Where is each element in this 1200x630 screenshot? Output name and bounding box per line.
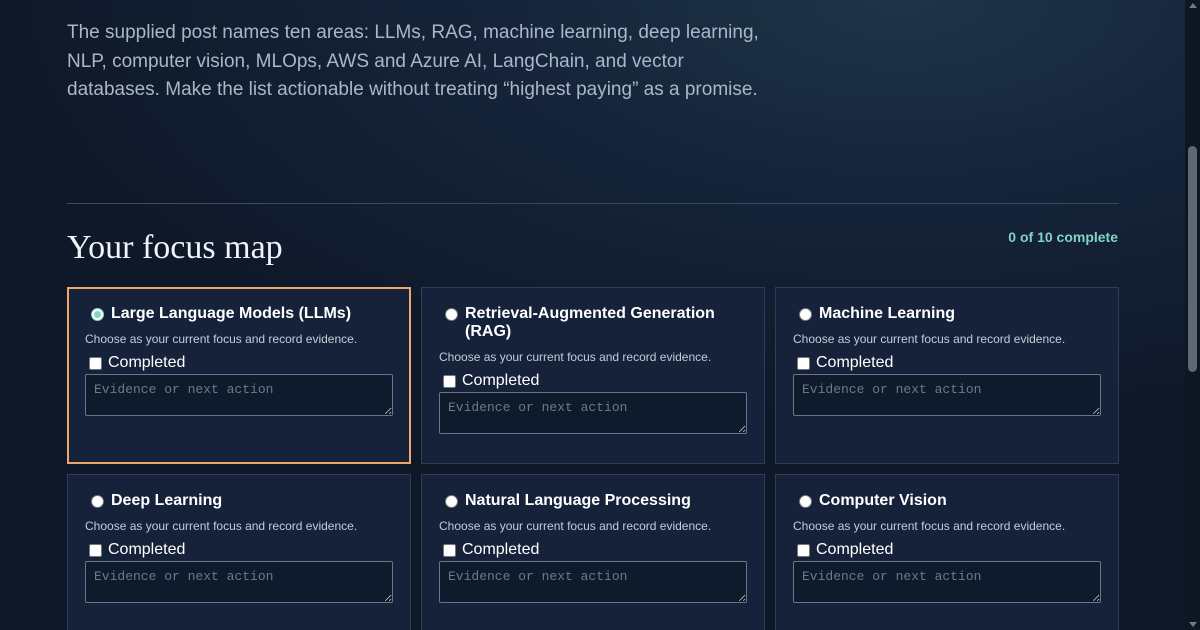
focus-card-grid: Large Language Models (LLMs) Choose as y… — [67, 287, 1119, 630]
focus-card-llms[interactable]: Large Language Models (LLMs) Choose as y… — [67, 287, 411, 464]
vertical-scrollbar[interactable] — [1185, 0, 1200, 630]
focus-card-deep-learning[interactable]: Deep Learning Choose as your current foc… — [67, 474, 411, 630]
scroll-down-arrow-icon[interactable] — [1189, 622, 1197, 627]
completed-checkbox[interactable] — [443, 374, 456, 388]
progress-counter: 0 of 10 complete — [1008, 229, 1118, 245]
completed-toggle[interactable]: Completed — [85, 354, 393, 372]
evidence-input[interactable] — [85, 561, 393, 603]
completed-label: Completed — [108, 541, 186, 558]
focus-radio-deep-learning[interactable] — [91, 495, 104, 508]
completed-label: Completed — [816, 354, 894, 371]
focus-card-rag[interactable]: Retrieval-Augmented Generation (RAG) Cho… — [421, 287, 765, 464]
evidence-input[interactable] — [793, 374, 1101, 416]
focus-card-machine-learning[interactable]: Machine Learning Choose as your current … — [775, 287, 1119, 464]
completed-label: Completed — [462, 541, 540, 558]
focus-radio-computer-vision[interactable] — [799, 495, 812, 508]
scrollbar-thumb[interactable] — [1188, 146, 1197, 372]
completed-toggle[interactable]: Completed — [793, 541, 1101, 559]
completed-label: Completed — [816, 541, 894, 558]
card-title: Deep Learning — [111, 492, 223, 509]
focus-card-computer-vision[interactable]: Computer Vision Choose as your current f… — [775, 474, 1119, 630]
completed-checkbox[interactable] — [443, 543, 456, 557]
card-subtitle: Choose as your current focus and record … — [85, 519, 358, 533]
scroll-up-arrow-icon[interactable] — [1189, 3, 1197, 8]
focus-card-nlp[interactable]: Natural Language Processing Choose as yo… — [421, 474, 765, 630]
card-title: Retrieval-Augmented Generation (RAG) — [465, 305, 715, 340]
card-subtitle: Choose as your current focus and record … — [439, 350, 712, 364]
evidence-input[interactable] — [85, 374, 393, 416]
completed-toggle[interactable]: Completed — [439, 541, 747, 559]
intro-paragraph: The supplied post names ten areas: LLMs,… — [67, 22, 759, 101]
card-title: Computer Vision — [819, 492, 947, 509]
evidence-input[interactable] — [793, 561, 1101, 603]
section-divider — [67, 203, 1119, 204]
completed-label: Completed — [108, 354, 186, 371]
focus-radio-machine-learning[interactable] — [799, 308, 812, 321]
completed-toggle[interactable]: Completed — [439, 372, 747, 390]
card-title: Machine Learning — [819, 305, 956, 322]
completed-checkbox[interactable] — [89, 543, 102, 557]
completed-label: Completed — [462, 372, 540, 389]
focus-radio-llms[interactable] — [91, 308, 104, 321]
card-subtitle: Choose as your current focus and record … — [439, 519, 712, 533]
completed-checkbox[interactable] — [797, 356, 810, 370]
evidence-input[interactable] — [439, 392, 747, 434]
focus-map-title: Your focus map — [67, 229, 283, 266]
focus-radio-nlp[interactable] — [445, 495, 458, 508]
completed-toggle[interactable]: Completed — [85, 541, 393, 559]
card-subtitle: Choose as your current focus and record … — [793, 332, 1066, 346]
completed-checkbox[interactable] — [797, 543, 810, 557]
focus-radio-rag[interactable] — [445, 308, 458, 321]
evidence-input[interactable] — [439, 561, 747, 603]
card-subtitle: Choose as your current focus and record … — [793, 519, 1066, 533]
completed-toggle[interactable]: Completed — [793, 354, 1101, 372]
card-subtitle: Choose as your current focus and record … — [85, 332, 358, 346]
card-title: Large Language Models (LLMs) — [111, 305, 352, 322]
card-title: Natural Language Processing — [465, 492, 691, 509]
completed-checkbox[interactable] — [89, 356, 102, 370]
